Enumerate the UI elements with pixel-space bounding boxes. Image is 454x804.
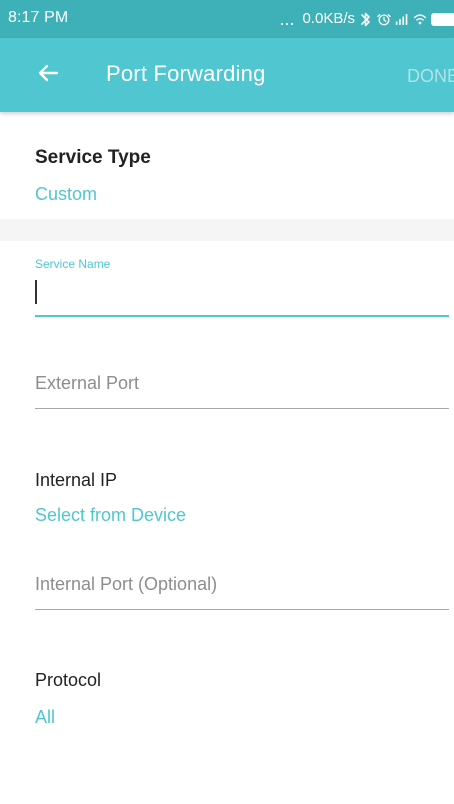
status-indicators: ... 0.0KB/s bbox=[279, 0, 454, 38]
service-type-value: Custom bbox=[35, 184, 98, 204]
page-title: Port Forwarding bbox=[106, 61, 266, 86]
app-bar: Port Forwarding DONE bbox=[0, 38, 454, 112]
port-forwarding-form: Service Type Custom Service Name Externa… bbox=[0, 112, 454, 804]
status-time: 8:17 PM bbox=[8, 9, 69, 26]
select-from-device-link[interactable]: Select from Device bbox=[35, 504, 186, 526]
internal-ip-label: Internal IP bbox=[35, 470, 118, 490]
back-arrow-icon bbox=[37, 64, 59, 87]
internal-port-field[interactable]: Internal Port (Optional) bbox=[35, 573, 449, 610]
service-type-selector[interactable]: Service Type Custom bbox=[0, 112, 454, 219]
section-separator bbox=[0, 219, 454, 241]
more-indicator: ... bbox=[279, 9, 295, 29]
battery-icon bbox=[431, 12, 454, 26]
back-button[interactable] bbox=[28, 55, 68, 95]
status-bar: 8:17 PM ... 0.0KB/s bbox=[0, 0, 454, 38]
external-port-underline bbox=[35, 408, 449, 409]
network-speed: 0.0KB/s bbox=[302, 10, 355, 27]
port-forwarding-screen: 8:17 PM ... 0.0KB/s Port Forwarding DONE… bbox=[0, 0, 454, 804]
done-button[interactable]: DONE bbox=[407, 62, 454, 90]
protocol-label: Protocol bbox=[35, 670, 102, 690]
protocol-value[interactable]: All bbox=[35, 706, 55, 728]
signal-icon bbox=[395, 10, 409, 28]
alarm-icon bbox=[377, 10, 391, 28]
text-cursor bbox=[35, 280, 37, 304]
internal-port-underline bbox=[35, 609, 449, 610]
internal-port-placeholder: Internal Port (Optional) bbox=[35, 574, 218, 594]
external-port-field[interactable]: External Port bbox=[35, 372, 449, 409]
service-name-label: Service Name bbox=[35, 257, 111, 271]
service-name-active-underline bbox=[35, 315, 449, 317]
bluetooth-icon bbox=[359, 10, 373, 28]
wifi-icon bbox=[413, 10, 427, 28]
service-type-label: Service Type bbox=[35, 147, 151, 168]
service-name-field[interactable]: Service Name bbox=[35, 249, 449, 317]
external-port-placeholder: External Port bbox=[35, 373, 140, 393]
